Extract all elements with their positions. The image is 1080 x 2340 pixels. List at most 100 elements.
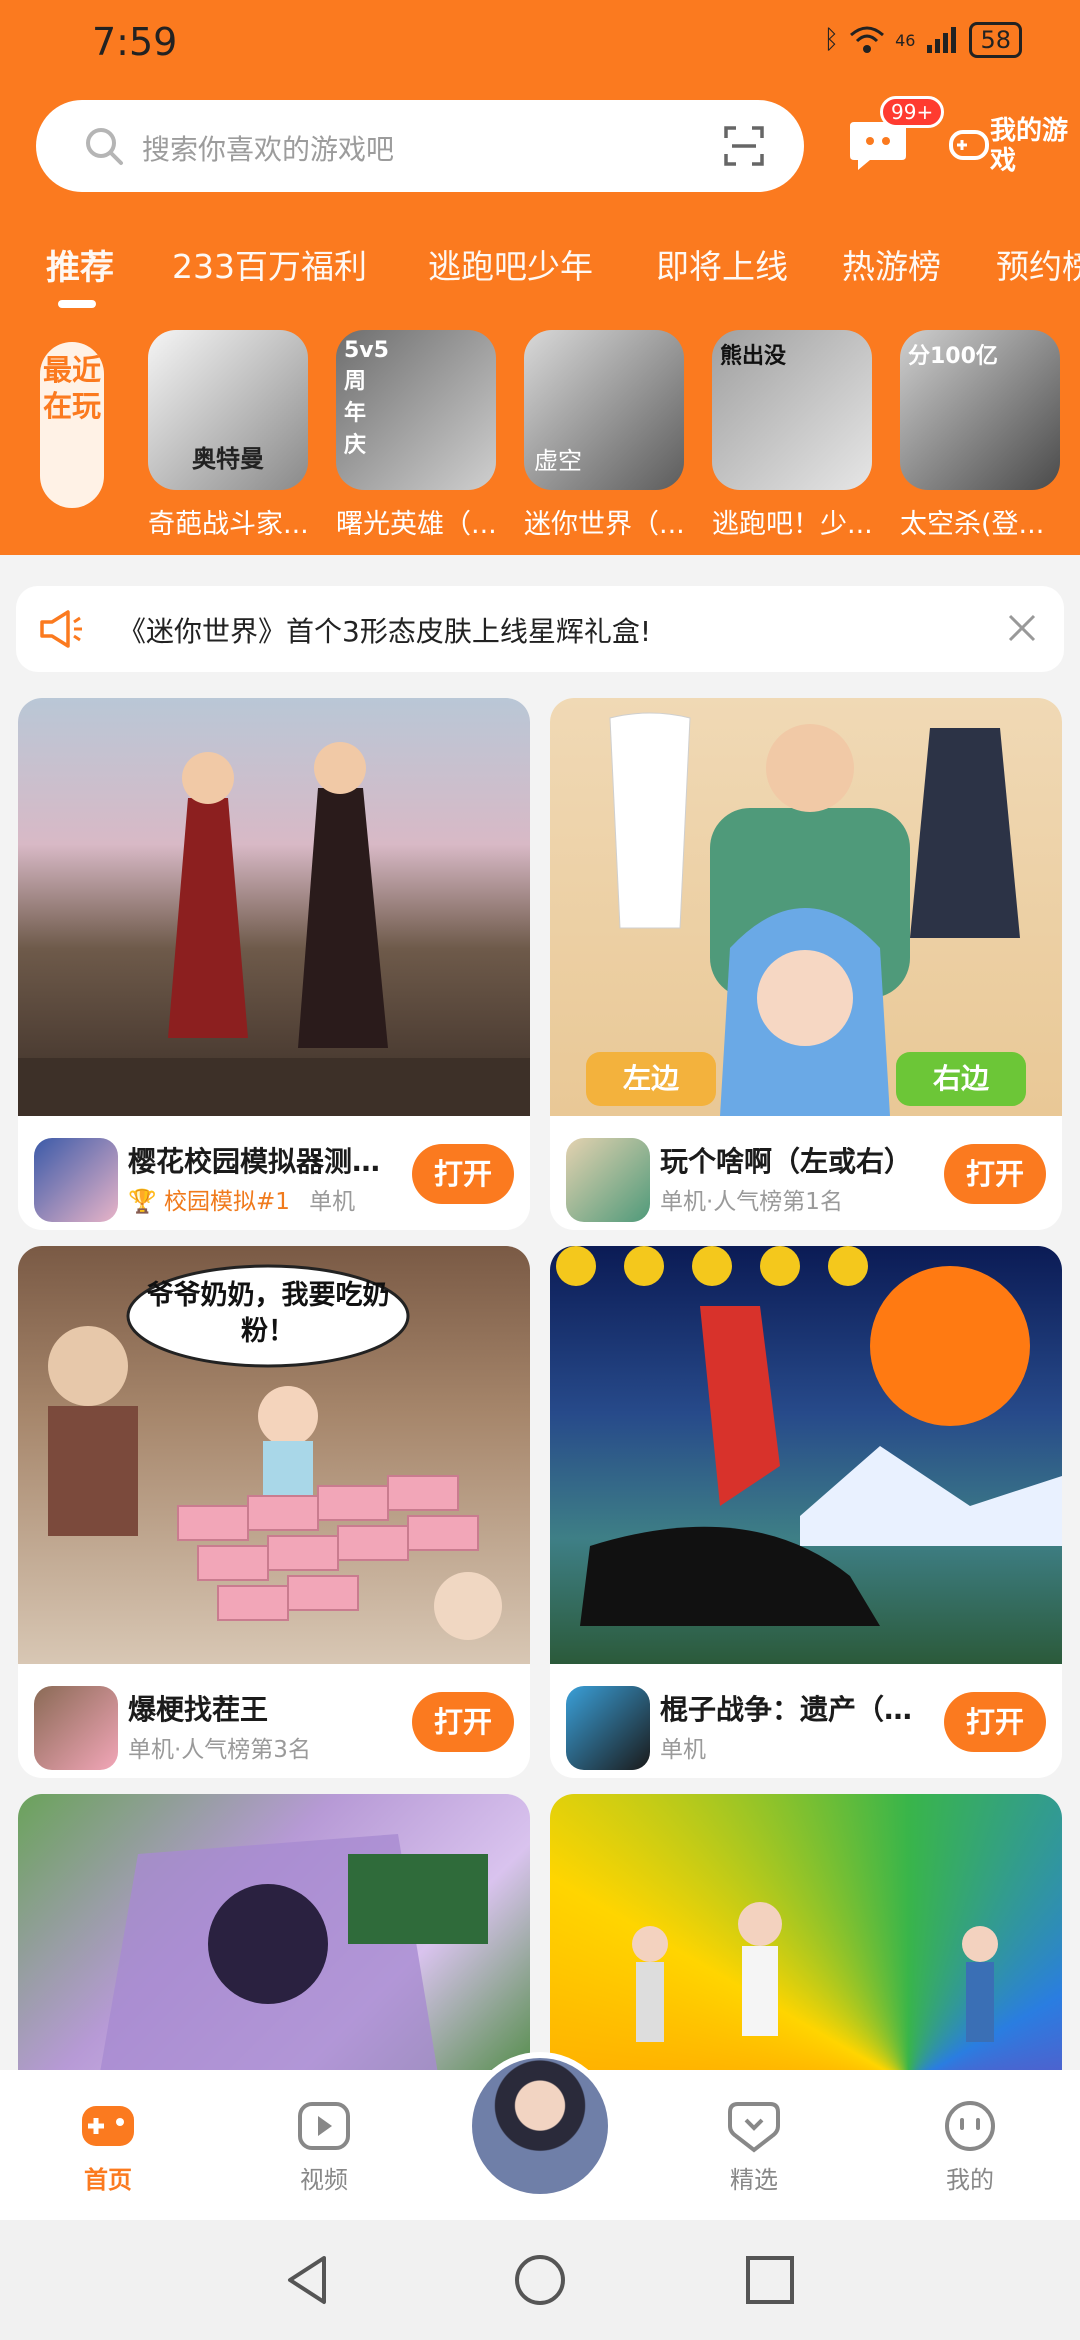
game-card[interactable]: 樱花校园模拟器测试版 🏆 校园模拟#1 单机 打开 xyxy=(18,698,530,1230)
recent-game-thumb: 分100亿 xyxy=(900,330,1060,490)
smiley-icon xyxy=(945,2101,995,2151)
wifi-icon xyxy=(850,26,885,53)
thumb-text: 虚空 xyxy=(534,447,582,475)
announcement-bar[interactable]: 《迷你世界》首个3形态皮肤上线星辉礼盒! xyxy=(16,586,1064,672)
game-art xyxy=(632,1902,998,2042)
tab-upcoming[interactable]: 即将上线 xyxy=(656,240,788,288)
status-time: 7:59 xyxy=(92,20,178,64)
game-icon xyxy=(566,1686,650,1770)
thumb-text: 奥特曼 xyxy=(192,445,264,473)
recent-game-thumb: 奥特曼 xyxy=(148,330,308,490)
megaphone-icon xyxy=(40,610,82,648)
system-navigation-bar xyxy=(0,2220,1080,2340)
game-icon xyxy=(34,1138,118,1222)
game-card[interactable]: 棍子战争：遗产（无... 单机 打开 xyxy=(550,1246,1062,1778)
recent-game[interactable]: 5v5 周年庆 曙光英雄（... xyxy=(336,330,497,541)
game-art xyxy=(556,1246,1062,1626)
game-card-partial[interactable] xyxy=(18,1794,530,2084)
video-icon xyxy=(298,2102,350,2150)
close-icon[interactable] xyxy=(1000,606,1044,650)
bluetooth-icon: ᛒ xyxy=(823,25,840,55)
nav-home-label: 首页 xyxy=(84,2166,132,2194)
game-tags: 单机 xyxy=(309,1189,356,1215)
thumb-text: 5v5 周年庆 xyxy=(344,338,389,458)
gamepad-icon xyxy=(82,2106,134,2146)
status-bar: 7:59 ᛒ 46 58 xyxy=(0,0,1080,90)
back-icon[interactable] xyxy=(280,2252,336,2308)
category-tabs: 推荐 233百万福利 逃跑吧少年 即将上线 热游榜 预约榜 xyxy=(0,240,1080,310)
game-card-partial[interactable] xyxy=(550,1794,1062,2084)
game-card[interactable]: 左边 右边 玩个啥啊（左或右） 单机·人气榜第1名 打开 xyxy=(550,698,1062,1230)
nav-me-label: 我的 xyxy=(946,2166,994,2194)
recent-game-name: 逃跑吧！少... xyxy=(712,509,873,540)
recent-game-name: 奇葩战斗家... xyxy=(148,509,309,540)
recent-game[interactable]: 熊出没 逃跑吧！少... xyxy=(712,330,873,541)
tab-indicator xyxy=(58,300,96,308)
search-icon xyxy=(86,128,123,165)
game-icon xyxy=(566,1138,650,1222)
recent-game-thumb: 熊出没 xyxy=(712,330,872,490)
game-subtitle: 单机 xyxy=(660,1737,706,1763)
tab-hot-games[interactable]: 热游榜 xyxy=(842,240,941,288)
header: 7:59 ᛒ 46 58 搜索你喜欢的游戏吧 99+ 我的游戏 推荐 233百万… xyxy=(0,0,1080,555)
game-title: 棍子战争：遗产（无... xyxy=(660,1693,930,1726)
choice-right-label: 右边 xyxy=(896,1052,1026,1106)
game-title: 玩个啥啊（左或右） xyxy=(660,1145,913,1178)
game-card[interactable]: 爷爷奶奶，我要吃奶粉！ 爆梗找茬王 单机·人气榜第3名 打开 xyxy=(18,1246,530,1778)
search-input[interactable]: 搜索你喜欢的游戏吧 xyxy=(36,100,804,192)
game-art xyxy=(18,742,530,1116)
nav-me[interactable]: 我的 xyxy=(910,2098,1030,2195)
game-title: 爆梗找茬王 xyxy=(128,1693,269,1726)
rank-badge: 🏆 校园模拟#1 xyxy=(128,1189,297,1215)
recent-game-thumb: 虚空 xyxy=(524,330,684,490)
message-badge: 99+ xyxy=(880,96,945,128)
game-screenshot: 爷爷奶奶，我要吃奶粉！ xyxy=(18,1246,530,1664)
recent-game-name: 迷你世界（... xyxy=(524,509,685,540)
game-subtitle: 单机·人气榜第3名 xyxy=(128,1737,311,1763)
recent-game-name: 太空杀(登... xyxy=(900,509,1045,540)
gamepad-icon xyxy=(949,130,989,160)
tab-233-welfare[interactable]: 233百万福利 xyxy=(172,240,367,288)
nav-featured-label: 精选 xyxy=(730,2166,778,2194)
choice-left-label: 左边 xyxy=(586,1052,716,1106)
rank-label: 校园模拟#1 xyxy=(163,1189,290,1215)
open-button[interactable]: 打开 xyxy=(944,1692,1046,1752)
battery-indicator: 58 xyxy=(969,22,1022,58)
scan-icon[interactable] xyxy=(722,124,766,168)
status-icons: ᛒ 46 58 xyxy=(823,22,1022,58)
home-circle-icon[interactable] xyxy=(512,2252,568,2308)
game-art xyxy=(98,1834,488,2084)
game-subtitle: 单机·人气榜第1名 xyxy=(660,1189,843,1215)
heart-icon xyxy=(728,2102,780,2153)
avatar xyxy=(472,2058,608,2194)
tab-recommend[interactable]: 推荐 xyxy=(46,240,114,289)
thumb-text: 分100亿 xyxy=(908,344,998,369)
nav-video[interactable]: 视频 xyxy=(264,2098,384,2195)
nav-video-label: 视频 xyxy=(300,2166,348,2194)
trophy-icon: 🏆 xyxy=(128,1189,157,1215)
network-label: 46 xyxy=(895,30,916,50)
tab-escape[interactable]: 逃跑吧少年 xyxy=(428,240,593,288)
game-screenshot xyxy=(18,698,530,1116)
tab-reserve[interactable]: 预约榜 xyxy=(996,240,1080,288)
game-subtitle: 🏆 校园模拟#1 单机 xyxy=(128,1182,355,1216)
game-title: 樱花校园模拟器测试版 xyxy=(128,1145,398,1178)
recent-game[interactable]: 分100亿 太空杀(登... xyxy=(900,330,1060,541)
recents-icon[interactable] xyxy=(742,2252,798,2308)
center-avatar-button[interactable] xyxy=(466,2052,614,2200)
search-placeholder: 搜索你喜欢的游戏吧 xyxy=(142,133,395,166)
recent-label: 最近在玩 xyxy=(40,342,104,508)
signal-icon xyxy=(927,27,957,53)
open-button[interactable]: 打开 xyxy=(944,1144,1046,1204)
recent-game-name: 曙光英雄（... xyxy=(336,509,497,540)
nav-featured[interactable]: 精选 xyxy=(694,2098,814,2195)
recent-game[interactable]: 奥特曼 奇葩战斗家... xyxy=(148,330,309,541)
game-icon xyxy=(34,1686,118,1770)
open-button[interactable]: 打开 xyxy=(412,1692,514,1752)
recent-game-thumb: 5v5 周年庆 xyxy=(336,330,496,490)
nav-home[interactable]: 首页 xyxy=(48,2098,168,2195)
announcement-text: 《迷你世界》首个3形态皮肤上线星辉礼盒! xyxy=(118,615,652,648)
open-button[interactable]: 打开 xyxy=(412,1144,514,1204)
game-screenshot xyxy=(550,1246,1062,1664)
recent-game[interactable]: 虚空 迷你世界（... xyxy=(524,330,685,541)
